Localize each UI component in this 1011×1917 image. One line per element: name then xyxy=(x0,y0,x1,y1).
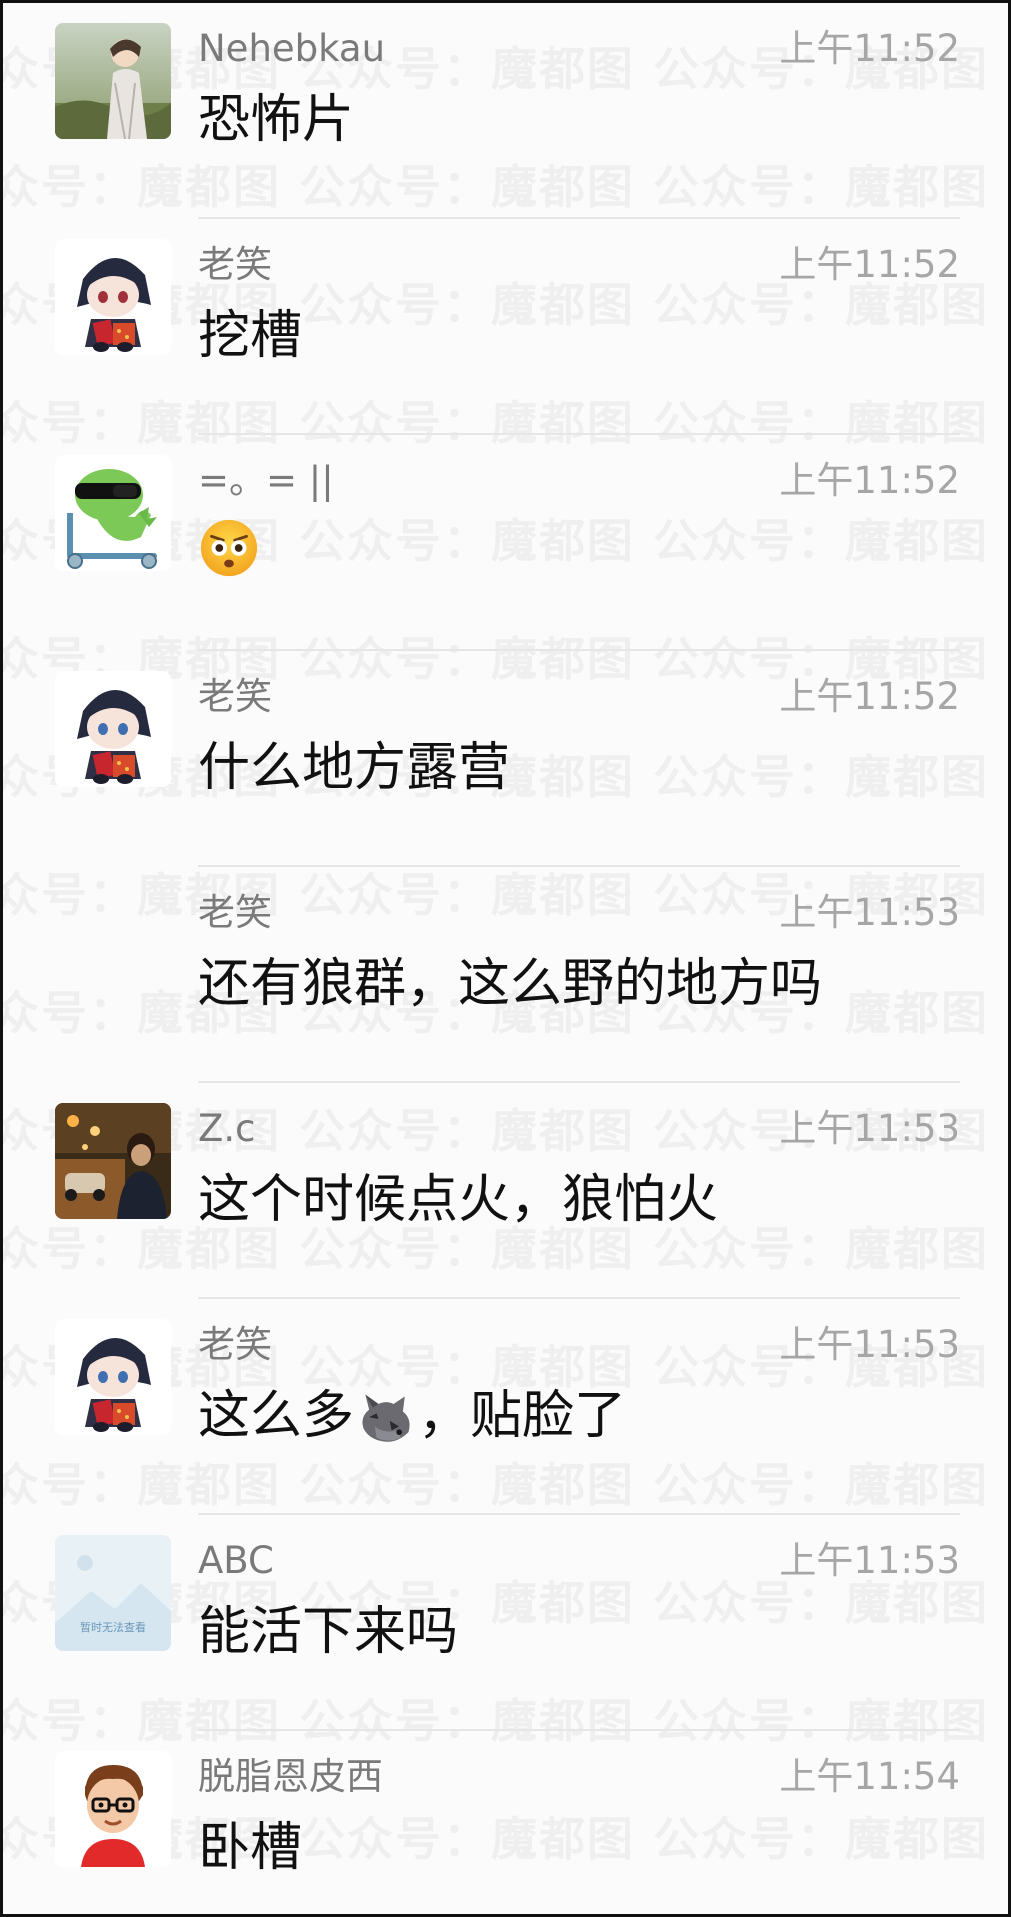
message-text: 这个时候点火，狼怕火 xyxy=(198,1170,719,1230)
sender-name[interactable]: 脱脂恩皮西 xyxy=(198,1753,383,1801)
message-time: 上午11:52 xyxy=(779,243,960,286)
message-emoji xyxy=(198,517,260,597)
avatar[interactable] xyxy=(55,671,171,787)
avatar-caption: 暂时无法查看 xyxy=(80,1620,146,1634)
chat-message: 老笑 上午11:52 挖槽 xyxy=(3,219,1008,435)
chat-message: 老笑 上午11:52 什么地方露营 xyxy=(3,651,1008,867)
wolf-icon xyxy=(362,1394,410,1442)
message-time: 上午11:54 xyxy=(779,1755,960,1798)
sender-name[interactable]: 老笑 xyxy=(198,889,272,937)
chat-message: Nehebkau 上午11:52 恐怖片 xyxy=(3,3,1008,219)
image-placeholder-icon: 暂时无法查看 xyxy=(55,1535,171,1651)
message-time: 上午11:52 xyxy=(779,459,960,502)
message-text: 恐怖片 xyxy=(198,90,355,150)
flushed-face-icon xyxy=(200,519,258,577)
avatar[interactable] xyxy=(55,23,171,139)
message-time: 上午11:52 xyxy=(779,27,960,70)
sender-name[interactable]: Nehebkau xyxy=(198,25,385,73)
message-text-after: ，贴脸了 xyxy=(418,1386,627,1446)
message-text: 这么多 ，贴脸了 xyxy=(198,1381,626,1451)
chat-message: =。= || 上午11:52 xyxy=(3,435,1008,651)
sender-name[interactable]: 老笑 xyxy=(198,241,272,289)
chat-message: 脱脂恩皮西 上午11:54 卧槽 xyxy=(3,1731,1008,1914)
avatar[interactable] xyxy=(55,455,171,571)
glasses-boy-avatar-icon xyxy=(55,1751,171,1867)
message-time: 上午11:52 xyxy=(779,675,960,718)
chat-message: 暂时无法查看 ABC 上午11:53 能活下来吗 xyxy=(3,1515,1008,1731)
chibi-vampire-avatar-icon xyxy=(55,1319,171,1435)
message-time: 上午11:53 xyxy=(779,1539,960,1582)
chibi-vampire-avatar-icon xyxy=(55,239,171,355)
chat-message: Z.c 上午11:53 这个时候点火，狼怕火 xyxy=(3,1083,1008,1299)
message-time: 上午11:53 xyxy=(779,1323,960,1366)
chat-frame: 众号：魔都图 公众号：魔都图 公众号：魔都图 公众号：魔都图 众号：魔都图 公众… xyxy=(0,0,1011,1917)
avatar[interactable]: 暂时无法查看 xyxy=(55,1535,171,1651)
chat-message: 老笑 上午11:53 这么多 ，贴脸了 xyxy=(3,1299,1008,1515)
sender-name[interactable]: ABC xyxy=(198,1537,274,1585)
sender-name[interactable]: =。= || xyxy=(198,457,334,505)
message-text: 能活下来吗 xyxy=(198,1602,459,1662)
chat-message: 老笑 上午11:53 还有狼群，这么野的地方吗 xyxy=(3,867,1008,1083)
message-text: 卧槽 xyxy=(198,1818,303,1878)
avatar[interactable] xyxy=(55,1103,171,1219)
message-time: 上午11:53 xyxy=(779,891,960,934)
message-text: 什么地方露营 xyxy=(198,738,511,798)
avatar[interactable] xyxy=(55,1751,171,1867)
message-text: 挖槽 xyxy=(198,306,303,366)
message-text: 还有狼群，这么野的地方吗 xyxy=(198,954,823,1014)
avatar[interactable] xyxy=(55,1319,171,1435)
message-text-before: 这么多 xyxy=(198,1386,355,1446)
sender-name[interactable]: 老笑 xyxy=(198,673,272,721)
night-street-photo-avatar-icon xyxy=(55,1103,171,1219)
anime-boy-avatar-icon xyxy=(55,23,171,139)
chibi-vampire-avatar-icon xyxy=(55,671,171,787)
sender-name[interactable]: 老笑 xyxy=(198,1321,272,1369)
message-time: 上午11:53 xyxy=(779,1107,960,1150)
sender-name[interactable]: Z.c xyxy=(198,1105,255,1153)
green-dino-avatar-icon xyxy=(55,455,171,571)
avatar[interactable] xyxy=(55,239,171,355)
